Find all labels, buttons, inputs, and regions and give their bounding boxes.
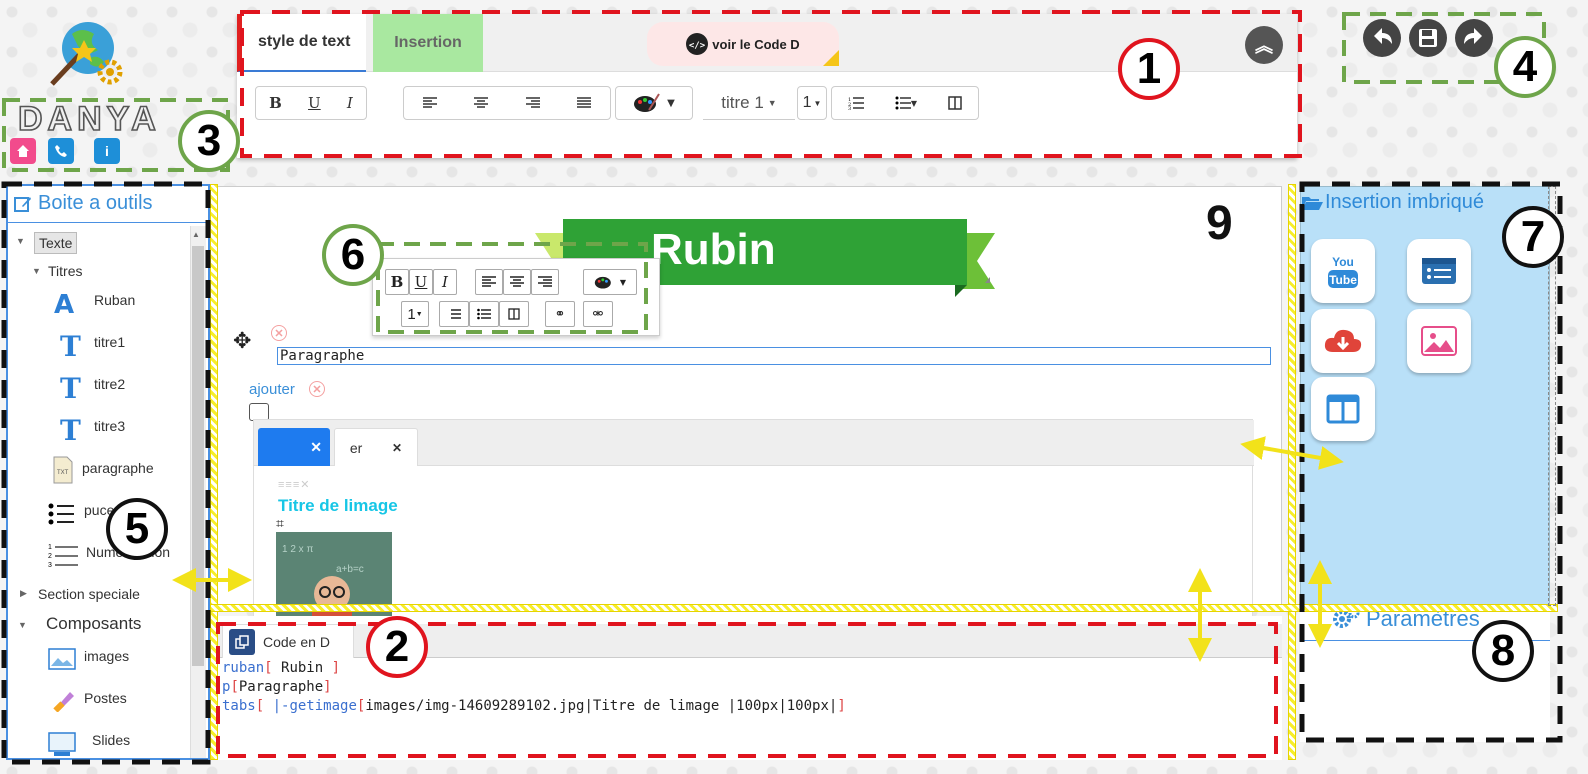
annotation-5: 5 — [106, 498, 168, 560]
annotation-7: 7 — [1502, 206, 1564, 268]
annotation-overlay — [1, 10, 1563, 765]
annotation-8: 8 — [1472, 620, 1534, 682]
annotation-1: 1 — [1118, 38, 1180, 100]
annotation-2: 2 — [366, 616, 428, 678]
annotation-6: 6 — [322, 224, 384, 286]
annotation-4: 4 — [1494, 36, 1556, 98]
annotation-3: 3 — [178, 110, 240, 172]
annotation-9: 9 — [1206, 197, 1233, 250]
